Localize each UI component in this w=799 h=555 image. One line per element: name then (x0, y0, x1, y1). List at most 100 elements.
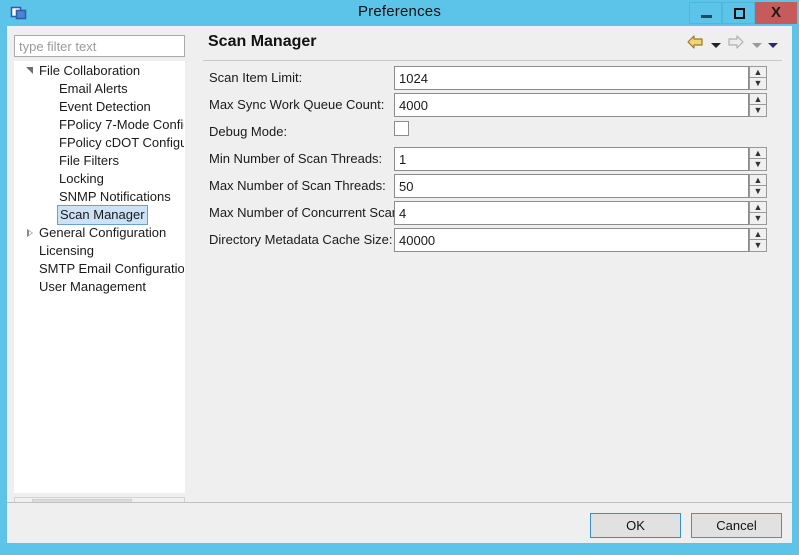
min-number-of-scan-threads-stepper[interactable]: ▲ ▼ (749, 147, 767, 171)
max-sync-work-queue-count-stepper[interactable]: ▲ ▼ (749, 93, 767, 117)
scan-item-limit-input[interactable] (394, 66, 749, 90)
field-row-directory-metadata-cache-size: Directory Metadata Cache Size: ▲ ▼ (193, 228, 792, 254)
tree-item-fpolicy-7-mode-config[interactable]: FPolicy 7-Mode Config (15, 116, 184, 134)
tree-item-label: Event Detection (59, 99, 151, 114)
overflow-menu-chevron-down-icon[interactable] (768, 43, 778, 48)
stepper-up-button[interactable]: ▲ (749, 147, 767, 159)
chevron-up-icon: ▲ (753, 67, 763, 77)
maximize-icon (734, 8, 745, 19)
stepper-down-button[interactable]: ▼ (749, 213, 767, 225)
stepper-up-button[interactable]: ▲ (749, 66, 767, 78)
tree-item-label: Scan Manager (57, 205, 148, 225)
field-control: ▲ ▼ (394, 201, 774, 225)
stepper-down-button[interactable]: ▼ (749, 78, 767, 90)
directory-metadata-cache-size-input[interactable] (394, 228, 749, 252)
filter-input[interactable] (14, 35, 185, 57)
scan-item-limit-stepper[interactable]: ▲ ▼ (749, 66, 767, 90)
tree-item-email-alerts[interactable]: Email Alerts (15, 80, 184, 98)
chevron-down-icon: ▼ (753, 105, 763, 115)
chevron-down-icon: ▼ (753, 159, 763, 169)
tree-item-file-collaboration[interactable]: File Collaboration (15, 62, 184, 80)
tree-item-locking[interactable]: Locking (15, 170, 184, 188)
navigation-panel: File Collaboration Email Alerts Event De… (7, 26, 191, 514)
tree-item-label: Locking (59, 171, 104, 186)
stepper-down-button[interactable]: ▼ (749, 105, 767, 117)
back-history-chevron-down-icon[interactable] (710, 43, 721, 48)
stepper-down-button[interactable]: ▼ (749, 240, 767, 252)
max-number-of-concurrent-scans-stepper[interactable]: ▲ ▼ (749, 201, 767, 225)
field-label: Max Sync Work Queue Count: (209, 97, 385, 112)
page-title: Scan Manager (208, 33, 317, 50)
field-label: Max Number of Concurrent Scans: (209, 205, 410, 220)
minimize-button[interactable] (689, 2, 722, 24)
ok-button[interactable]: OK (590, 513, 681, 538)
max-number-of-scan-threads-input[interactable] (394, 174, 749, 198)
tree-item-label: File Filters (59, 153, 119, 168)
field-row-max-number-of-concurrent-scans: Max Number of Concurrent Scans: ▲ ▼ (193, 201, 792, 227)
field-control: ▲ ▼ (394, 147, 774, 171)
stepper-up-button[interactable]: ▲ (749, 201, 767, 213)
field-row-scan-item-limit: Scan Item Limit: ▲ ▼ (193, 66, 792, 92)
preferences-window: Preferences X File Collaboration Email A… (0, 0, 799, 555)
stepper-up-button[interactable]: ▲ (749, 174, 767, 186)
page-header: Scan Manager (193, 26, 792, 60)
tree-item-label: Email Alerts (59, 81, 128, 96)
field-control (394, 120, 774, 144)
tree-item-label: SMTP Email Configuration (39, 261, 185, 276)
forward-history-chevron-down-icon (751, 43, 762, 48)
settings-panel: Scan Manager Scan Item Limit: 1024 ▲ ▼ M… (193, 26, 792, 501)
tree-item-fpolicy-cdot-configuration[interactable]: FPolicy cDOT Configura (15, 134, 184, 152)
tree-item-user-management[interactable]: User Management (15, 278, 184, 296)
tree-item-label: Licensing (39, 243, 94, 258)
chevron-down-icon: ▼ (753, 186, 763, 196)
field-row-max-sync-work-queue-count: Max Sync Work Queue Count: ▲ ▼ (193, 93, 792, 119)
tree-item-general-configuration[interactable]: General Configuration (15, 224, 184, 242)
tree-item-licensing[interactable]: Licensing (15, 242, 184, 260)
tree-item-label: General Configuration (39, 225, 167, 240)
chevron-up-icon: ▲ (753, 94, 763, 104)
field-label: Max Number of Scan Threads: (209, 178, 386, 193)
tree-item-label: SNMP Notifications (59, 189, 171, 204)
stepper-down-button[interactable]: ▼ (749, 186, 767, 198)
directory-metadata-cache-size-stepper[interactable]: ▲ ▼ (749, 228, 767, 252)
max-number-of-scan-threads-stepper[interactable]: ▲ ▼ (749, 174, 767, 198)
cancel-button[interactable]: Cancel (691, 513, 782, 538)
tree-item-smtp-email-configuration[interactable]: SMTP Email Configuration (15, 260, 184, 278)
chevron-up-icon: ▲ (753, 202, 763, 212)
forward-button (727, 34, 745, 55)
navigation-toolbar (684, 34, 778, 54)
back-arrow-icon (687, 35, 703, 49)
field-row-max-number-of-scan-threads: Max Number of Scan Threads: ▲ ▼ (193, 174, 792, 200)
chevron-up-icon: ▲ (753, 148, 763, 158)
header-separator (203, 60, 782, 61)
back-button[interactable] (686, 34, 704, 55)
max-sync-work-queue-count-input[interactable] (394, 93, 749, 117)
tree-item-label: File Collaboration (39, 63, 141, 78)
chevron-up-icon: ▲ (753, 229, 763, 239)
field-control: ▲ ▼ (394, 66, 774, 90)
minimize-icon (701, 15, 712, 18)
stepper-down-button[interactable]: ▼ (749, 159, 767, 171)
stepper-up-button[interactable]: ▲ (749, 93, 767, 105)
tree-item-event-detection[interactable]: Event Detection (15, 98, 184, 116)
tree-item-label: FPolicy cDOT Configura (59, 135, 185, 150)
tree-item-file-filters[interactable]: File Filters (15, 152, 184, 170)
min-number-of-scan-threads-input[interactable] (394, 147, 749, 171)
close-button[interactable]: X (755, 2, 797, 24)
max-number-of-concurrent-scans-input[interactable] (394, 201, 749, 225)
tree-item-snmp-notifications[interactable]: SNMP Notifications (15, 188, 184, 206)
debug-mode-checkbox[interactable] (394, 121, 409, 136)
tree-item-scan-manager[interactable]: Scan Manager (15, 205, 184, 225)
dialog-client-area: File Collaboration Email Alerts Event De… (7, 26, 792, 543)
field-label: Scan Item Limit: (209, 70, 303, 85)
chevron-down-icon: ▼ (753, 240, 763, 250)
preferences-tree[interactable]: File Collaboration Email Alerts Event De… (14, 61, 185, 493)
field-label: Directory Metadata Cache Size: (209, 232, 393, 247)
field-control: ▲ ▼ (394, 228, 774, 252)
dialog-footer: OK Cancel (7, 503, 792, 543)
close-icon: X (770, 4, 781, 21)
maximize-button[interactable] (722, 2, 755, 24)
field-row-debug-mode: Debug Mode: (193, 120, 792, 146)
stepper-up-button[interactable]: ▲ (749, 228, 767, 240)
forward-arrow-icon (728, 35, 744, 49)
